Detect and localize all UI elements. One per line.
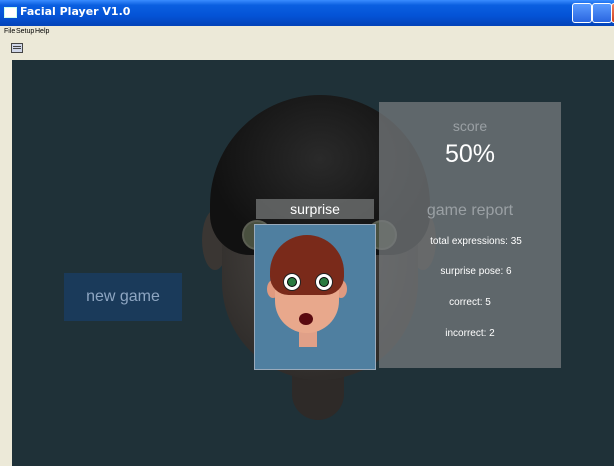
menu-bar: File Setup Help bbox=[0, 26, 614, 38]
minimize-button[interactable] bbox=[572, 3, 592, 23]
surprise-pose: surprise pose: 6 bbox=[440, 266, 512, 277]
cartoon-eye-left bbox=[283, 273, 301, 291]
expression-label: surprise bbox=[256, 199, 374, 219]
incorrect-count: incorrect: 2 bbox=[445, 328, 495, 339]
score-label: score bbox=[452, 118, 488, 134]
menu-help[interactable]: Help bbox=[35, 28, 49, 35]
maximize-button[interactable] bbox=[592, 3, 612, 23]
window-title: Facial Player V1.0 bbox=[20, 5, 131, 18]
app-icon bbox=[4, 7, 17, 18]
correct-count: correct: 5 bbox=[449, 297, 491, 308]
menu-file[interactable]: File bbox=[4, 28, 15, 35]
menu-setup[interactable]: Setup bbox=[16, 28, 34, 35]
window-frame bbox=[0, 60, 12, 466]
report-title: game report bbox=[426, 202, 514, 219]
new-game-button[interactable]: new game bbox=[64, 273, 182, 321]
game-viewport: score 50% game report total expressions:… bbox=[12, 60, 614, 466]
pose-preview bbox=[254, 224, 376, 370]
cartoon-eye-right bbox=[315, 273, 333, 291]
keyboard-icon[interactable] bbox=[11, 43, 23, 53]
score-value: 50% bbox=[444, 140, 496, 168]
cartoon-mouth bbox=[299, 313, 313, 325]
total-expressions: total expressions: 35 bbox=[430, 236, 522, 247]
score-panel: score 50% game report total expressions:… bbox=[379, 102, 561, 368]
cartoon-hair bbox=[270, 235, 344, 295]
title-bar: Facial Player V1.0 bbox=[0, 0, 614, 26]
toolbar bbox=[0, 38, 614, 60]
